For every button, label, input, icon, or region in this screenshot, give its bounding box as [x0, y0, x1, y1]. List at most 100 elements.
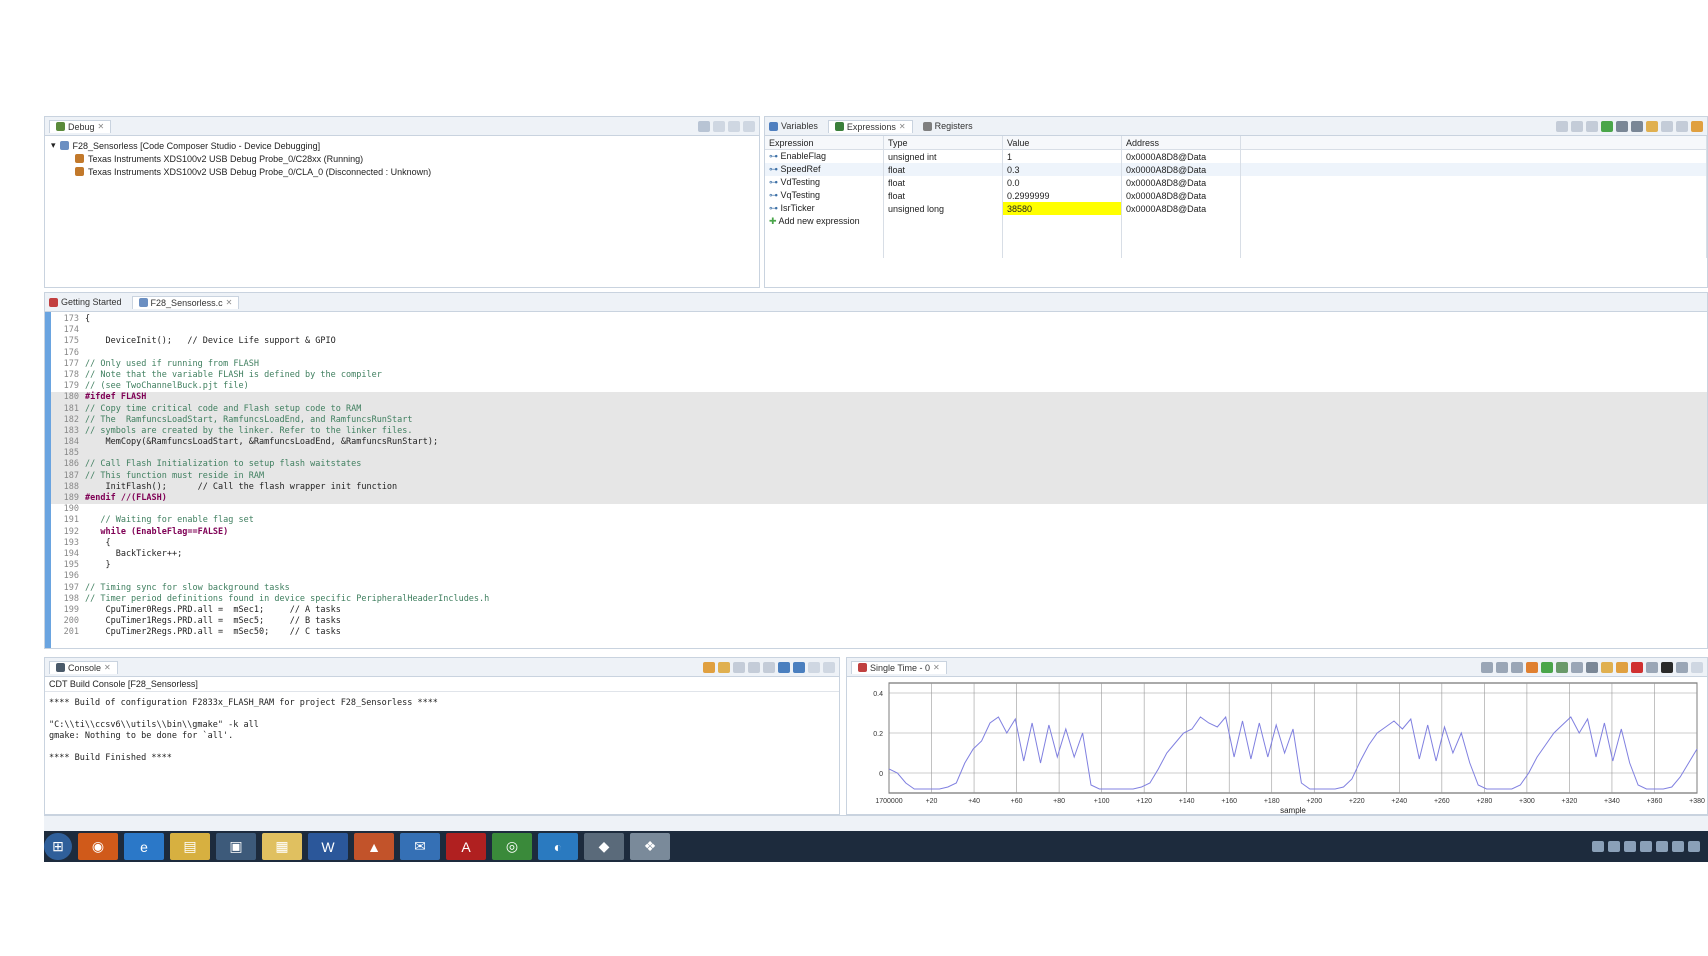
code-line[interactable]: 183 // symbols are created by the linker.… [51, 425, 1707, 438]
cube-icon[interactable]: ❖ [630, 833, 670, 860]
play-icon[interactable] [1526, 661, 1538, 673]
clear-icon[interactable] [733, 661, 745, 673]
tab-source-file[interactable]: F28_Sensorless.c ✕ [131, 295, 240, 309]
value-cell-highlighted[interactable]: 38580 [1002, 202, 1122, 215]
scroll-lock-icon[interactable] [748, 661, 760, 673]
reset-icon[interactable] [1676, 661, 1688, 673]
remove-icon[interactable] [1616, 120, 1628, 132]
ie-icon[interactable]: e [124, 833, 164, 860]
tab-debug[interactable]: Debug ✕ [49, 119, 112, 133]
time-graph[interactable]: 1700000 +20 +40 +60 +80 +100 +120 +140 +160 +180 +… [847, 677, 1707, 815]
close-icon[interactable]: ✕ [226, 298, 233, 307]
maximize-icon[interactable] [1691, 661, 1703, 673]
minimize-icon[interactable] [808, 661, 820, 673]
tray-icon[interactable] [1640, 841, 1652, 852]
ccs-icon[interactable]: ◐ [538, 833, 578, 860]
properties-icon[interactable] [1646, 661, 1658, 673]
maximize-icon[interactable] [743, 120, 755, 132]
start-icon[interactable]: ⊞ [44, 833, 72, 860]
code-line[interactable]: 196 [51, 571, 1707, 582]
code-line[interactable]: 185 [51, 448, 1707, 460]
system-tray[interactable] [1592, 841, 1700, 852]
code-line[interactable]: 200 CpuTimer1Regs.PRD.all = mSec5; // B … [51, 616, 1707, 627]
code-line[interactable]: 188 InitFlash(); // Call the flash wrapp… [51, 481, 1707, 493]
code-line[interactable]: 173 { [51, 314, 1707, 325]
view-menu-icon[interactable] [713, 120, 725, 132]
graph-tool-icon[interactable] [1496, 661, 1508, 673]
box-icon[interactable]: ◆ [584, 833, 624, 860]
table-row[interactable]: ⊶ VqTesting float 0.2999999 0x0000A8D8@D… [765, 189, 1707, 202]
refresh-icon[interactable] [1571, 120, 1583, 132]
code-line[interactable]: 191 // Waiting for enable flag set [51, 515, 1707, 526]
close-icon[interactable]: ✕ [98, 122, 105, 131]
code-line[interactable]: 181 // Copy time critical code and Flash … [51, 403, 1707, 415]
tab-getting-started[interactable]: Getting Started [49, 297, 122, 307]
code-line[interactable]: 195 } [51, 560, 1707, 571]
code-line[interactable]: 178 // Note that the variable FLASH is de… [51, 370, 1707, 381]
value-cell[interactable]: 1 [1002, 149, 1122, 163]
value-cell[interactable]: 0.0 [1002, 176, 1122, 189]
code-line[interactable]: 179 // (see TwoChannelBuck.pjt file) [51, 381, 1707, 392]
tab-expressions[interactable]: Expressions ✕ [827, 119, 913, 133]
add-icon[interactable] [1601, 120, 1613, 132]
value-cell[interactable]: 0.2999999 [1002, 189, 1122, 202]
word-wrap-icon[interactable] [763, 661, 775, 673]
network-icon[interactable] [1672, 841, 1684, 852]
code-line[interactable]: 176 [51, 348, 1707, 359]
volume-icon[interactable] [1688, 841, 1700, 852]
graph-tool-icon[interactable] [1481, 661, 1493, 673]
code-line[interactable]: 190 [51, 504, 1707, 515]
export-icon[interactable] [1616, 661, 1628, 673]
app-icon[interactable]: ▣ [216, 833, 256, 860]
table-row[interactable]: ⊶ EnableFlag unsigned int 1 0x0000A8D8@D… [765, 149, 1707, 163]
code-line[interactable]: 174 [51, 325, 1707, 336]
tree-item-session[interactable]: ▾ F28_Sensorless [Code Composer Studio -… [51, 139, 753, 152]
tab-registers[interactable]: Registers [922, 121, 973, 131]
pin-icon[interactable] [703, 661, 715, 673]
value-cell[interactable]: 0.3 [1002, 163, 1122, 176]
column-expression[interactable]: Expression [765, 136, 884, 150]
close-icon[interactable]: ✕ [104, 663, 111, 672]
zoom-out-icon[interactable] [1556, 661, 1568, 673]
measure-icon[interactable] [1601, 661, 1613, 673]
graph-tool-icon[interactable] [1511, 661, 1523, 673]
matlab-icon[interactable]: ▲ [354, 833, 394, 860]
table-row[interactable]: ⊶ SpeedRef float 0.3 0x0000A8D8@Data [765, 163, 1707, 176]
lock-icon[interactable] [718, 661, 730, 673]
minimize-icon[interactable] [728, 120, 740, 132]
home-icon[interactable] [1661, 661, 1673, 673]
close-icon[interactable]: ✕ [933, 663, 940, 672]
code-line[interactable]: 201 CpuTimer2Regs.PRD.all = mSec50; // C… [51, 627, 1707, 638]
search-icon[interactable] [1586, 661, 1598, 673]
code-line[interactable]: 186 // Call Flash Initialization to setup… [51, 459, 1707, 471]
code-line[interactable]: 182 // The RamfuncsLoadStart, RamfuncsLoa… [51, 414, 1707, 426]
code-line[interactable]: 199 CpuTimer0Regs.PRD.all = mSec1; // A … [51, 605, 1707, 616]
tray-icon[interactable] [1608, 841, 1620, 852]
add-new-expression[interactable]: Add new expression [779, 216, 860, 226]
display-icon[interactable] [778, 661, 790, 673]
open-console-icon[interactable] [793, 661, 805, 673]
tray-icon[interactable] [1624, 841, 1636, 852]
expand-icon[interactable]: ▾ [51, 140, 56, 151]
menu-icon[interactable] [1691, 120, 1703, 132]
tab-variables[interactable]: Variables [769, 121, 818, 131]
column-type[interactable]: Type [883, 136, 1003, 150]
code-line[interactable]: 184 MemCopy(&RamfuncsLoadStart, &Ramfunc… [51, 437, 1707, 449]
copy-icon[interactable] [1586, 120, 1598, 132]
tab-single-time[interactable]: Single Time - 0 ✕ [851, 660, 947, 674]
tree-item-cla[interactable]: Texas Instruments XDS100v2 USB Debug Pro… [51, 165, 753, 178]
zoom-in-icon[interactable] [1541, 661, 1553, 673]
folder-icon[interactable]: ▦ [262, 833, 302, 860]
console-output[interactable]: **** Build of configuration F2833x_FLASH… [45, 692, 839, 770]
code-line[interactable]: 197 // Timing sync for slow background ta… [51, 583, 1707, 594]
outlook-icon[interactable]: ✉ [400, 833, 440, 860]
code-line[interactable]: 192 while (EnableFlag==FALSE) [51, 527, 1707, 538]
add-expression-row[interactable]: ✚ Add new expression [765, 215, 1707, 228]
column-value[interactable]: Value [1002, 136, 1122, 150]
maximize-icon[interactable] [823, 661, 835, 673]
table-row[interactable]: ⊶ IsrTicker unsigned long 38580 0x0000A8… [765, 202, 1707, 215]
column-address[interactable]: Address [1121, 136, 1241, 150]
code-line[interactable]: 177 // Only used if running from FLASH [51, 359, 1707, 370]
acrobat-icon[interactable]: A [446, 833, 486, 860]
tree-item-c28xx[interactable]: Texas Instruments XDS100v2 USB Debug Pro… [51, 152, 753, 165]
